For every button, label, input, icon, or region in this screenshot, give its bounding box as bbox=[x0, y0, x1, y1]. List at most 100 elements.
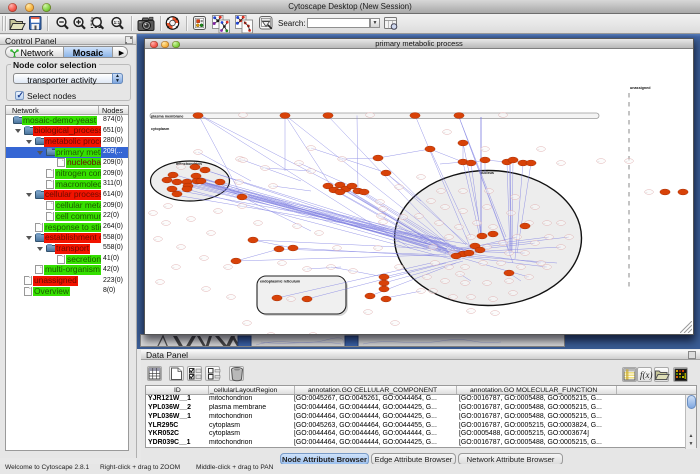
svg-text:...: ... bbox=[269, 184, 272, 188]
svg-text:...: ... bbox=[505, 279, 508, 283]
svg-text:...: ... bbox=[537, 261, 540, 265]
svg-text:plasma membrane: plasma membrane bbox=[151, 115, 183, 119]
svg-text:...: ... bbox=[156, 280, 159, 284]
svg-text:...: ... bbox=[243, 321, 246, 325]
svg-text:...: ... bbox=[467, 295, 470, 299]
svg-text:...: ... bbox=[307, 169, 310, 173]
svg-text:...: ... bbox=[537, 147, 540, 151]
svg-text:...: ... bbox=[517, 265, 520, 269]
svg-text:...: ... bbox=[377, 214, 380, 218]
svg-text:cytoplasm: cytoplasm bbox=[151, 127, 170, 131]
svg-text:...: ... bbox=[557, 221, 560, 225]
svg-text:...: ... bbox=[224, 265, 227, 269]
svg-text:...: ... bbox=[461, 265, 464, 269]
svg-text:...: ... bbox=[489, 225, 492, 229]
svg-text:...: ... bbox=[473, 221, 476, 225]
svg-text:...: ... bbox=[395, 185, 398, 189]
svg-text:...: ... bbox=[303, 267, 306, 271]
svg-text:...: ... bbox=[149, 211, 152, 215]
svg-text:...: ... bbox=[309, 333, 312, 334]
svg-text:1:1: 1:1 bbox=[114, 20, 121, 25]
svg-text:...: ... bbox=[557, 161, 560, 165]
svg-text:...: ... bbox=[437, 189, 440, 193]
svg-text:endoplasmic reticulum: endoplasmic reticulum bbox=[260, 280, 301, 284]
svg-text:...: ... bbox=[511, 195, 514, 199]
svg-text:...: ... bbox=[307, 146, 310, 150]
svg-text:...: ... bbox=[267, 333, 270, 334]
svg-text:...: ... bbox=[379, 207, 382, 211]
svg-text:...: ... bbox=[565, 235, 568, 239]
svg-text:...: ... bbox=[485, 189, 488, 193]
svg-text:...: ... bbox=[483, 205, 486, 209]
svg-text:...: ... bbox=[172, 265, 175, 269]
svg-text:...: ... bbox=[531, 205, 534, 209]
svg-text:...: ... bbox=[531, 241, 534, 245]
svg-text:...: ... bbox=[417, 289, 420, 293]
svg-text:...: ... bbox=[194, 150, 197, 154]
svg-text:...: ... bbox=[254, 221, 257, 225]
svg-text:...: ... bbox=[427, 199, 430, 203]
svg-text:...: ... bbox=[239, 114, 242, 118]
svg-text:...: ... bbox=[597, 159, 600, 163]
svg-text:...: ... bbox=[429, 289, 432, 293]
svg-text:...: ... bbox=[417, 175, 420, 179]
svg-text:...: ... bbox=[162, 221, 165, 225]
svg-text:...: ... bbox=[505, 251, 508, 255]
svg-text:...: ... bbox=[543, 221, 546, 225]
svg-text:...: ... bbox=[459, 209, 462, 213]
svg-text:...: ... bbox=[278, 261, 281, 265]
svg-text:...: ... bbox=[227, 295, 230, 299]
svg-text:...: ... bbox=[315, 231, 318, 235]
svg-text:...: ... bbox=[449, 295, 452, 299]
svg-text:...: ... bbox=[395, 265, 398, 269]
svg-text:...: ... bbox=[214, 209, 217, 213]
svg-text:...: ... bbox=[441, 279, 444, 283]
svg-text:...: ... bbox=[513, 235, 516, 239]
svg-text:...: ... bbox=[489, 297, 492, 301]
svg-text:...: ... bbox=[461, 281, 464, 285]
svg-text:...: ... bbox=[456, 272, 459, 276]
svg-text:...: ... bbox=[467, 235, 470, 239]
svg-text:...: ... bbox=[423, 275, 426, 279]
svg-text:...: ... bbox=[429, 245, 432, 249]
svg-text:...: ... bbox=[364, 310, 367, 314]
svg-text:...: ... bbox=[261, 166, 264, 170]
svg-text:...: ... bbox=[238, 204, 241, 208]
svg-text:...: ... bbox=[645, 190, 648, 194]
svg-text:unassigned: unassigned bbox=[630, 86, 651, 90]
svg-text:...: ... bbox=[625, 159, 628, 163]
svg-text:...: ... bbox=[391, 321, 394, 325]
svg-text:...: ... bbox=[499, 241, 502, 245]
svg-text:...: ... bbox=[202, 287, 205, 291]
svg-text:...: ... bbox=[239, 158, 242, 162]
svg-text:...: ... bbox=[399, 215, 402, 219]
svg-text:...: ... bbox=[499, 114, 502, 118]
svg-text:...: ... bbox=[349, 269, 352, 273]
svg-text:...: ... bbox=[177, 165, 180, 169]
svg-text:...: ... bbox=[445, 265, 448, 269]
svg-text:...: ... bbox=[207, 231, 210, 235]
svg-text:...: ... bbox=[455, 225, 458, 229]
svg-text:...: ... bbox=[445, 235, 448, 239]
svg-text:...: ... bbox=[366, 114, 369, 118]
svg-text:...: ... bbox=[483, 281, 486, 285]
svg-text:...: ... bbox=[376, 200, 379, 204]
svg-text:...: ... bbox=[545, 235, 548, 239]
svg-text:...: ... bbox=[338, 157, 341, 161]
svg-text:...: ... bbox=[521, 251, 524, 255]
svg-text:...: ... bbox=[164, 204, 167, 208]
svg-text:...: ... bbox=[415, 214, 418, 218]
svg-text:...: ... bbox=[525, 275, 528, 279]
svg-text:...: ... bbox=[467, 309, 470, 313]
svg-text:...: ... bbox=[557, 245, 560, 249]
svg-text:...: ... bbox=[177, 245, 180, 249]
svg-text:...: ... bbox=[491, 311, 494, 315]
svg-text:...: ... bbox=[507, 211, 510, 215]
svg-text:...: ... bbox=[497, 261, 500, 265]
svg-text:nucleus: nucleus bbox=[480, 171, 494, 175]
svg-text:...: ... bbox=[154, 237, 157, 241]
svg-text:...: ... bbox=[187, 217, 190, 221]
svg-text:...: ... bbox=[481, 147, 484, 151]
svg-text:...: ... bbox=[479, 261, 482, 265]
svg-text:f(x): f(x) bbox=[640, 370, 653, 380]
